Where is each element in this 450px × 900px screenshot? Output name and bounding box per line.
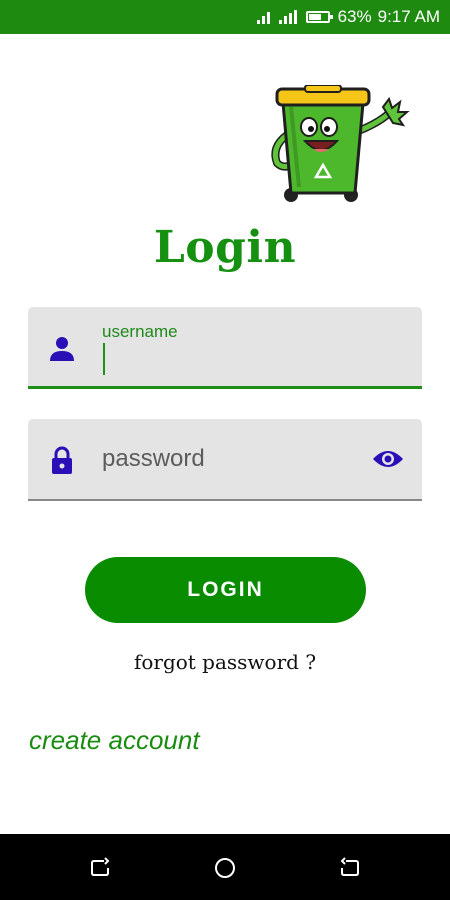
person-icon <box>50 337 74 361</box>
back-icon[interactable] <box>338 856 362 880</box>
navigation-bar <box>0 834 450 900</box>
forgot-password-link[interactable]: forgot password ? <box>0 650 450 674</box>
lock-icon <box>52 446 72 474</box>
eye-icon[interactable] <box>372 447 404 471</box>
password-field[interactable]: password <box>28 419 422 501</box>
create-account-link[interactable]: create account <box>29 725 200 756</box>
signal-icon <box>256 10 272 24</box>
username-label: username <box>102 322 178 341</box>
password-placeholder: password <box>102 445 205 472</box>
status-bar: 63% 9:17 AM <box>0 0 450 34</box>
clock: 9:17 AM <box>377 7 440 26</box>
login-button[interactable]: LOGIN <box>85 557 366 623</box>
text-cursor <box>103 343 105 375</box>
home-icon[interactable] <box>213 856 237 880</box>
username-field[interactable]: username <box>28 307 422 389</box>
signal-icon <box>278 10 299 24</box>
recent-apps-icon[interactable] <box>88 856 112 880</box>
battery-icon <box>305 11 333 23</box>
battery-percent: 63% <box>337 7 372 26</box>
recycle-bin-mascot-image <box>271 85 410 202</box>
page-title: Login <box>153 222 297 273</box>
